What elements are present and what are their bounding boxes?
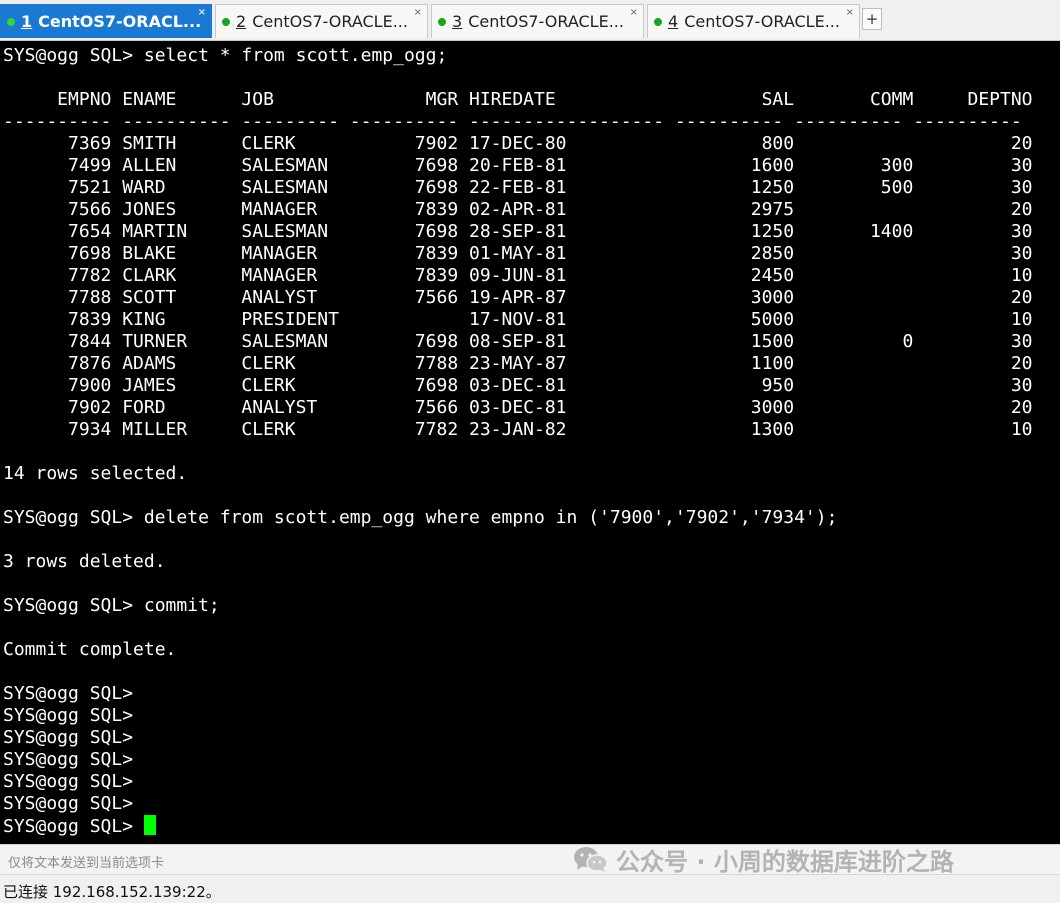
tab-number: 4 — [668, 12, 679, 31]
connected-dot-icon — [438, 17, 446, 26]
terminal-line: SYS@ogg SQL> — [3, 771, 134, 792]
terminal-line: 7782 CLARK MANAGER 7839 09-JUN-81 2450 1… — [3, 265, 1033, 286]
terminal-line: 7788 SCOTT ANALYST 7566 19-APR-87 3000 2… — [3, 287, 1033, 308]
watermark: 公众号 · 小周的数据库进阶之路 — [572, 844, 954, 876]
connection-status: 已连接 192.168.152.139:22。 — [3, 883, 221, 901]
connected-dot-icon — [654, 17, 662, 26]
terminal-line: 7698 BLAKE MANAGER 7839 01-MAY-81 2850 3… — [3, 243, 1033, 264]
terminal-line: 7521 WARD SALESMAN 7698 22-FEB-81 1250 5… — [3, 177, 1033, 198]
tab-label: CentOS7-ORACLE... — [684, 12, 840, 31]
terminal-prompt-line[interactable]: SYS@ogg SQL> — [3, 815, 156, 837]
terminal-line: 7900 JAMES CLERK 7698 03-DEC-81 950 30 — [3, 375, 1033, 396]
tab-label: CentOS7-ORACLE... — [252, 12, 408, 31]
tab-number: 2 — [236, 12, 247, 31]
close-tab-icon[interactable]: × — [846, 8, 854, 18]
terminal-line: 7876 ADAMS CLERK 7788 23-MAY-87 1100 20 — [3, 353, 1033, 374]
terminal-line: 7839 KING PRESIDENT 17-NOV-81 5000 10 — [3, 309, 1033, 330]
terminal-line: SYS@ogg SQL> commit; — [3, 595, 220, 616]
watermark-text: 公众号 · 小周的数据库进阶之路 — [616, 847, 954, 876]
terminal-line: 7654 MARTIN SALESMAN 7698 28-SEP-81 1250… — [3, 221, 1033, 242]
terminal-line: 7566 JONES MANAGER 7839 02-APR-81 2975 2… — [3, 199, 1033, 220]
close-tab-icon[interactable]: × — [198, 8, 206, 18]
terminal-line: SYS@ogg SQL> — [3, 793, 134, 814]
terminal-line: Commit complete. — [3, 639, 177, 660]
tab-bar: 1 CentOS7-ORACL... × 2 CentOS7-ORACLE...… — [0, 0, 1060, 41]
connected-dot-icon — [222, 17, 230, 26]
terminal-line: SYS@ogg SQL> — [3, 683, 134, 704]
tab-label: CentOS7-ORACLE... — [468, 12, 624, 31]
send-text-placeholder[interactable]: 仅将文本发送到当前选项卡 — [8, 852, 164, 871]
connected-dot-icon — [7, 17, 15, 26]
close-tab-icon[interactable]: × — [414, 8, 422, 18]
tab-session-2[interactable]: 2 CentOS7-ORACLE... × — [215, 4, 428, 38]
tab-session-1[interactable]: 1 CentOS7-ORACL... × — [0, 4, 212, 38]
close-tab-icon[interactable]: × — [630, 8, 638, 18]
terminal-line: EMPNO ENAME JOB MGR HIREDATE SAL COMM DE… — [3, 89, 1033, 110]
new-tab-button[interactable]: + — [862, 8, 882, 30]
terminal-line: 7934 MILLER CLERK 7782 23-JAN-82 1300 10 — [3, 419, 1033, 440]
tab-label: CentOS7-ORACL... — [38, 12, 202, 31]
terminal-line: SYS@ogg SQL> — [3, 749, 134, 770]
terminal-line: SYS@ogg SQL> delete from scott.emp_ogg w… — [3, 507, 838, 528]
tab-number: 1 — [21, 12, 33, 31]
terminal-line: 7844 TURNER SALESMAN 7698 08-SEP-81 1500… — [3, 331, 1033, 352]
status-bar: 已连接 192.168.152.139:22。 — [0, 874, 1060, 903]
terminal-line: SYS@ogg SQL> — [3, 705, 134, 726]
text-cursor — [143, 815, 156, 835]
terminal-line: 14 rows selected. — [3, 463, 188, 484]
terminal-line: SYS@ogg SQL> select * from scott.emp_ogg… — [3, 45, 448, 66]
tab-session-3[interactable]: 3 CentOS7-ORACLE... × — [431, 4, 644, 38]
terminal-line: SYS@ogg SQL> — [3, 727, 134, 748]
terminal-line: 7369 SMITH CLERK 7902 17-DEC-80 800 20 — [3, 133, 1033, 154]
terminal-line: 7902 FORD ANALYST 7566 03-DEC-81 3000 20 — [3, 397, 1033, 418]
terminal-line: ---------- ---------- --------- --------… — [3, 111, 1022, 132]
wechat-icon — [574, 847, 608, 872]
terminal-line: 7499 ALLEN SALESMAN 7698 20-FEB-81 1600 … — [3, 155, 1033, 176]
tab-session-4[interactable]: 4 CentOS7-ORACLE... × — [647, 4, 860, 38]
terminal-line: 3 rows deleted. — [3, 551, 166, 572]
terminal-prompt: SYS@ogg SQL> — [3, 816, 144, 837]
terminal-output[interactable]: SYS@ogg SQL> select * from scott.emp_ogg… — [0, 41, 1060, 844]
tab-number: 3 — [452, 12, 463, 31]
